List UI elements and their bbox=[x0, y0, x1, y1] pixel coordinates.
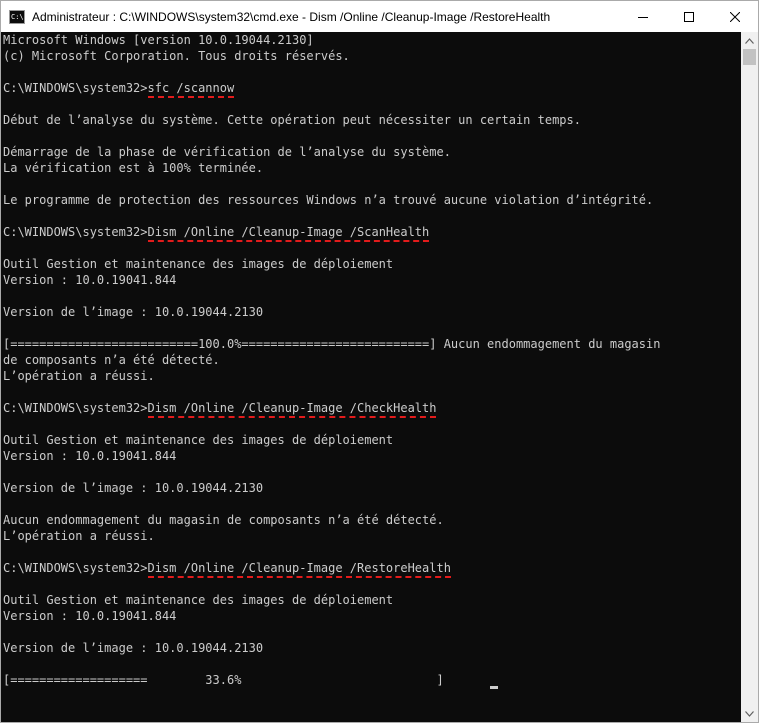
output-line: Version de l’image : 10.0.19044.2130 bbox=[3, 641, 264, 655]
scrollbar-thumb[interactable] bbox=[743, 49, 756, 65]
prompt-path: C:\WINDOWS\system32> bbox=[3, 225, 148, 239]
output-line: Version : 10.0.19041.844 bbox=[3, 609, 177, 623]
cmd-icon[interactable]: C:\ bbox=[9, 9, 25, 24]
output-line: [=================== 33.6% ] bbox=[3, 673, 451, 687]
output-line: Version : 10.0.19041.844 bbox=[3, 449, 177, 463]
output-line: Aucun endommagement du magasin de compos… bbox=[3, 513, 444, 527]
command-text: Dism /Online /Cleanup-Image /CheckHealth bbox=[147, 401, 437, 418]
command-text: sfc /scannow bbox=[147, 81, 235, 98]
minimize-button[interactable] bbox=[620, 1, 666, 32]
text-cursor bbox=[490, 686, 498, 689]
output-line: [==========================100.0%=======… bbox=[3, 337, 661, 351]
output-line: Version de l’image : 10.0.19044.2130 bbox=[3, 305, 264, 319]
cmd-icon-label: C:\ bbox=[11, 12, 24, 21]
maximize-button[interactable] bbox=[666, 1, 712, 32]
output-line: Version : 10.0.19041.844 bbox=[3, 273, 177, 287]
output-line: Outil Gestion et maintenance des images … bbox=[3, 433, 394, 447]
output-line: La vérification est à 100% terminée. bbox=[3, 161, 264, 175]
minimize-icon bbox=[638, 16, 648, 18]
chevron-up-icon bbox=[745, 37, 754, 44]
command-text: Dism /Online /Cleanup-Image /RestoreHeal… bbox=[147, 561, 451, 578]
prompt-path: C:\WINDOWS\system32> bbox=[3, 81, 148, 95]
output-line: Outil Gestion et maintenance des images … bbox=[3, 593, 394, 607]
prompt-line: C:\WINDOWS\system32>Dism /Online /Cleanu… bbox=[3, 224, 430, 242]
output-line: L’opération a réussi. bbox=[3, 369, 155, 383]
title-bar[interactable]: C:\ Administrateur : C:\WINDOWS\system32… bbox=[1, 1, 758, 32]
output-line: L’opération a réussi. bbox=[3, 529, 155, 543]
output-line: Version de l’image : 10.0.19044.2130 bbox=[3, 481, 264, 495]
prompt-line: C:\WINDOWS\system32>Dism /Online /Cleanu… bbox=[3, 560, 451, 578]
output-line: Le programme de protection des ressource… bbox=[3, 193, 654, 207]
chevron-down-icon bbox=[745, 710, 754, 717]
output-line: Démarrage de la phase de vérification de… bbox=[3, 145, 451, 159]
close-icon bbox=[730, 11, 740, 22]
window-title: Administrateur : C:\WINDOWS\system32\cmd… bbox=[32, 9, 551, 24]
window-controls bbox=[620, 1, 758, 32]
prompt-path: C:\WINDOWS\system32> bbox=[3, 561, 148, 575]
output-line: Microsoft Windows [version 10.0.19044.21… bbox=[3, 33, 314, 47]
vertical-scrollbar[interactable] bbox=[741, 32, 758, 722]
terminal-output[interactable]: Microsoft Windows [version 10.0.19044.21… bbox=[1, 32, 741, 722]
command-text: Dism /Online /Cleanup-Image /ScanHealth bbox=[147, 225, 430, 242]
output-line: Outil Gestion et maintenance des images … bbox=[3, 257, 394, 271]
prompt-path: C:\WINDOWS\system32> bbox=[3, 401, 148, 415]
output-line: de composants n’a été détecté. bbox=[3, 353, 220, 367]
prompt-line: C:\WINDOWS\system32>Dism /Online /Cleanu… bbox=[3, 400, 437, 418]
close-button[interactable] bbox=[712, 1, 758, 32]
scroll-down-button[interactable] bbox=[741, 705, 758, 722]
cmd-window: C:\ Administrateur : C:\WINDOWS\system32… bbox=[0, 0, 759, 723]
output-line: (c) Microsoft Corporation. Tous droits r… bbox=[3, 49, 350, 63]
prompt-line: C:\WINDOWS\system32>sfc /scannow bbox=[3, 80, 235, 98]
maximize-icon bbox=[684, 11, 694, 22]
output-line: Début de l’analyse du système. Cette opé… bbox=[3, 113, 581, 127]
scroll-up-button[interactable] bbox=[741, 32, 758, 49]
